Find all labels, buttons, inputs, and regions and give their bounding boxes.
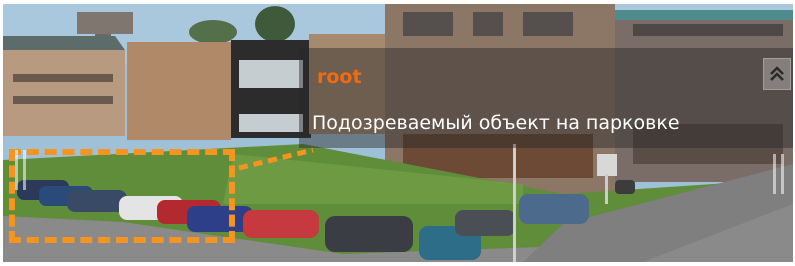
selection-area[interactable] <box>9 149 235 243</box>
right-scroll-handle-2[interactable] <box>781 154 784 194</box>
right-scroll-handle[interactable] <box>773 154 776 194</box>
left-scroll-handle-2[interactable] <box>23 150 26 190</box>
camera-view[interactable]: root Подозреваемый объект на парковке <box>3 4 793 262</box>
comment-author: root <box>317 66 362 88</box>
left-scroll-handle[interactable] <box>15 150 18 190</box>
double-chevron-up-icon <box>770 66 784 81</box>
collapse-button[interactable] <box>763 58 791 90</box>
comment-message: Подозреваемый объект на парковке <box>312 112 680 134</box>
